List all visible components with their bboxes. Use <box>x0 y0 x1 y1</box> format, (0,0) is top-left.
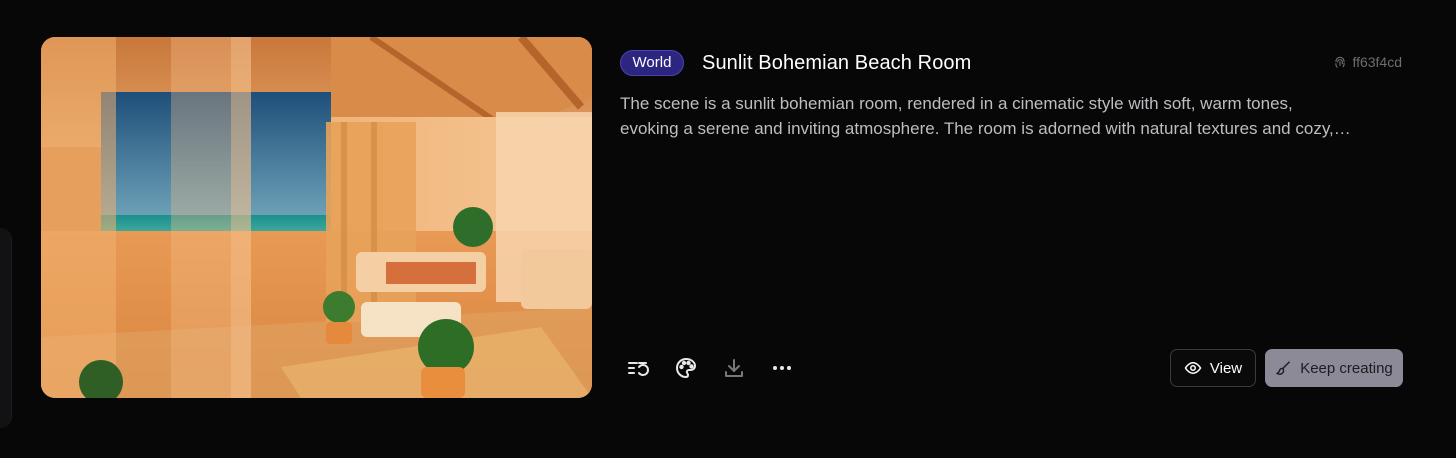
eye-icon <box>1184 361 1202 375</box>
world-title[interactable]: Sunlit Bohemian Beach Room <box>702 51 971 75</box>
world-id[interactable]: ff63f4cd <box>1333 54 1402 70</box>
brush-icon <box>1275 360 1291 375</box>
description-line-1: The scene is a sunlit bohemian room, ren… <box>620 94 1293 113</box>
keep-creating-label: Keep creating <box>1300 359 1393 377</box>
view-button-label: View <box>1209 359 1243 377</box>
style-button[interactable] <box>672 354 700 382</box>
world-id-text: ff63f4cd <box>1352 54 1402 70</box>
view-button[interactable]: View <box>1170 349 1256 387</box>
world-thumbnail[interactable] <box>41 37 592 398</box>
description-line-2: evoking a serene and inviting atmosphere… <box>620 119 1351 138</box>
card-toolbar <box>624 354 796 382</box>
more-icon <box>773 366 791 370</box>
world-description: The scene is a sunlit bohemian room, ren… <box>620 91 1380 141</box>
keep-creating-button[interactable]: Keep creating <box>1265 349 1403 387</box>
world-type-badge: World <box>620 50 684 76</box>
list-history-icon <box>628 362 649 376</box>
bohemian-room-image <box>41 37 592 398</box>
download-button[interactable] <box>720 354 748 382</box>
history-button[interactable] <box>624 354 652 382</box>
download-icon <box>725 359 743 377</box>
palette-icon <box>676 357 697 379</box>
more-button[interactable] <box>768 354 796 382</box>
fingerprint-icon <box>1335 56 1346 68</box>
world-card: World Sunlit Bohemian Beach Room ff63f4c… <box>0 0 1456 458</box>
